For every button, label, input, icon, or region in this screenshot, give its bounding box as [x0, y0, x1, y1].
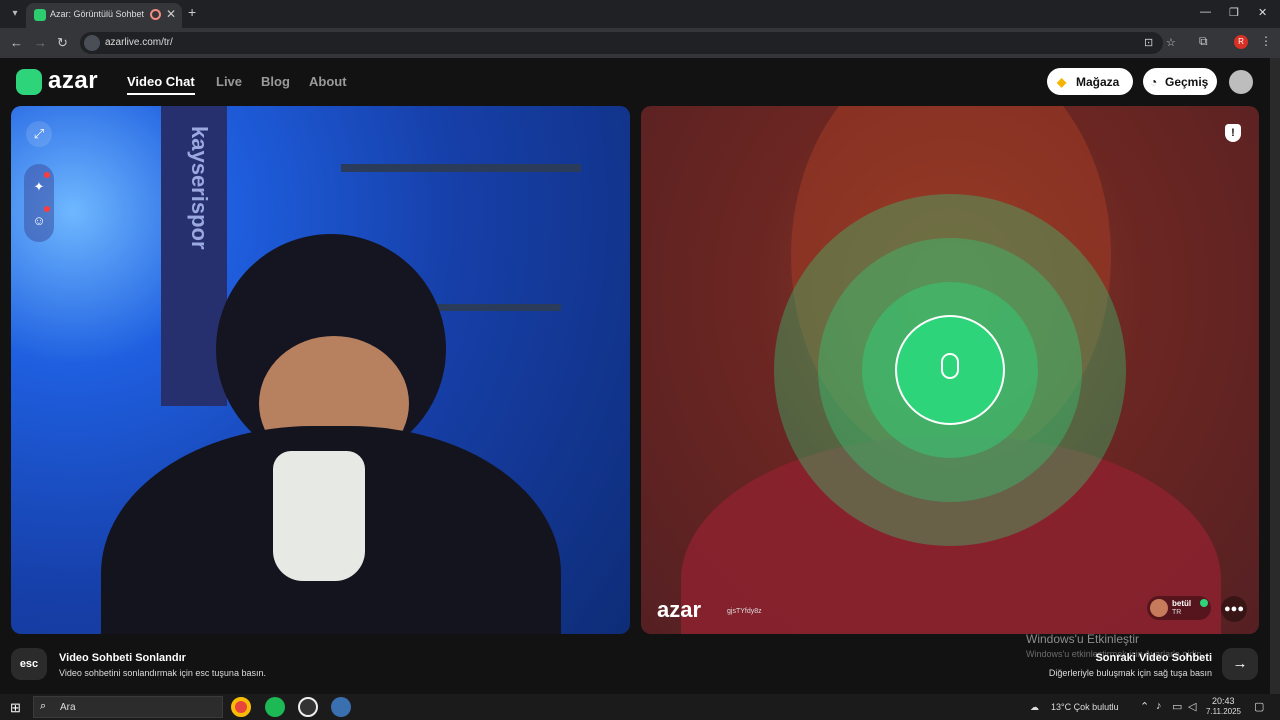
scarf-banner-text: kayserispor — [187, 126, 212, 250]
clock-time[interactable]: 20:43 — [1212, 696, 1235, 706]
next-chat-arrow-button[interactable]: → — [1222, 648, 1258, 680]
nav-live[interactable]: Live — [216, 74, 242, 89]
clock-icon: ◔ — [1150, 75, 1158, 89]
self-video: kayserispor ⤢ ✦ ☺ — [11, 106, 630, 634]
store-button[interactable]: ◆ Mağaza — [1047, 68, 1133, 95]
page-scrollbar[interactable] — [1270, 58, 1280, 694]
tab-title: Azar: Görüntülü Sohbet, Ye — [50, 9, 144, 19]
esc-key-button[interactable]: esc — [11, 648, 47, 680]
partner-name: betül — [1172, 599, 1192, 608]
windows-start-icon[interactable]: ⊞ — [10, 700, 21, 716]
next-chat-subtitle: Diğerleriyle buluşmak için sağ tuşa bası… — [1048, 668, 1212, 678]
weather-icon: ☁ — [1030, 702, 1039, 712]
partner-country: TR — [1172, 609, 1182, 616]
nav-active-underline — [127, 93, 195, 95]
chat-bubble-icon[interactable]: ●●● — [1221, 596, 1247, 622]
url-text: azarlive.com/tr/ — [105, 37, 173, 48]
end-chat-subtitle: Video sohbetini sonlandırmak için esc tu… — [59, 668, 266, 678]
url-field[interactable]: azarlive.com/tr/ ⊡ ☆ — [80, 32, 1176, 54]
watermark-logo: azar — [657, 597, 702, 622]
azar-logo[interactable]: azar — [48, 67, 98, 95]
microphone-icon — [941, 353, 959, 379]
minimize-icon[interactable]: — — [1200, 6, 1211, 18]
sparkle-filter-icon[interactable]: ✦ — [26, 174, 52, 200]
tab-search-icon[interactable]: ▾ — [6, 5, 24, 23]
coffee-mug — [273, 451, 365, 581]
history-button[interactable]: ◔ Geçmiş — [1143, 68, 1217, 95]
app-icon[interactable] — [331, 697, 351, 717]
history-label: Geçmiş — [1165, 75, 1209, 89]
close-tab-icon[interactable]: ✕ — [166, 7, 176, 21]
browser-tab[interactable]: Azar: Görüntülü Sohbet, Ye ✕ — [26, 3, 182, 28]
restore-icon[interactable]: ❐ — [1229, 6, 1239, 19]
notifications-icon[interactable]: ▢ — [1254, 700, 1264, 713]
back-icon[interactable]: ← — [10, 35, 23, 50]
install-app-icon[interactable]: ⊡ — [1144, 36, 1153, 49]
nav-video-chat[interactable]: Video Chat — [127, 74, 195, 89]
store-label: Mağaza — [1076, 75, 1120, 89]
verified-badge-icon — [1200, 599, 1208, 607]
recording-icon — [150, 9, 161, 20]
end-chat-title: Video Sohbeti Sonlandır — [59, 652, 186, 664]
microphone-button[interactable] — [895, 315, 1005, 425]
azar-app: azar Video Chat Live Blog About ◆ Mağaza… — [0, 58, 1270, 694]
taskbar-search[interactable]: ⌕ Ara — [33, 696, 223, 718]
weather-text[interactable]: 13°C Çok bulutlu — [1051, 702, 1119, 712]
site-info-icon[interactable] — [84, 35, 100, 51]
partner-video: ! azar gjsTYfdy8z betül TR ●●● — [641, 106, 1259, 634]
nav-about[interactable]: About — [309, 74, 347, 89]
browser-tab-bar: ▾ Azar: Görüntülü Sohbet, Ye ✕ + — ❐ ✕ — [0, 0, 1280, 28]
wall-shelf-lower — [431, 304, 561, 311]
report-shield-icon[interactable]: ! — [1225, 124, 1241, 142]
notification-dot — [44, 206, 50, 212]
profile-avatar[interactable]: R — [1234, 35, 1248, 49]
extensions-icon[interactable]: ⧉ — [1199, 34, 1208, 49]
reload-icon[interactable]: ↻ — [57, 35, 68, 51]
windows-activate-title: Windows'u Etkinleştir — [1026, 632, 1139, 646]
nav-blog[interactable]: Blog — [261, 74, 290, 89]
expand-icon[interactable]: ⤢ — [26, 121, 52, 147]
partner-avatar — [1150, 599, 1168, 617]
azar-logo-icon[interactable] — [16, 69, 42, 95]
obs-icon[interactable] — [298, 697, 318, 717]
clock-date[interactable]: 7.11.2025 — [1206, 707, 1241, 716]
spotify-icon[interactable] — [265, 697, 285, 717]
address-bar-row: ← → ↻ azarlive.com/tr/ ⊡ ☆ ⧉ R ⋮ — [0, 28, 1280, 58]
user-avatar[interactable] — [1229, 70, 1253, 94]
effects-toolbar: ✦ ☺ — [24, 164, 54, 242]
next-chat-title: Sonraki Video Sohbeti — [1095, 652, 1212, 664]
bookmark-star-icon[interactable]: ☆ — [1166, 36, 1176, 49]
search-placeholder: Ara — [60, 702, 76, 713]
watermark-id: gjsTYfdy8z — [727, 608, 762, 615]
notification-dot — [44, 172, 50, 178]
search-icon: ⌕ — [40, 700, 47, 712]
network-icon[interactable]: ▭ — [1172, 700, 1182, 713]
browser-menu-icon[interactable]: ⋮ — [1260, 34, 1272, 48]
favicon-icon — [34, 9, 46, 21]
gem-icon: ◆ — [1057, 75, 1067, 89]
face-mask-icon[interactable]: ☺ — [26, 208, 52, 234]
partner-profile-chip[interactable]: betül TR — [1147, 596, 1211, 620]
chrome-icon[interactable] — [231, 697, 251, 717]
tray-chevron-icon[interactable]: ⌃ — [1140, 700, 1149, 713]
wall-shelf — [341, 164, 581, 172]
close-window-icon[interactable]: ✕ — [1258, 6, 1267, 19]
forward-icon[interactable]: → — [34, 35, 47, 50]
windows-taskbar: ⊞ ⌕ Ara ☁ 13°C Çok bulutlu ⌃ ♪ ▭ ◁ 20:43… — [0, 694, 1280, 720]
new-tab-button[interactable]: + — [188, 4, 196, 20]
microphone-tray-icon[interactable]: ♪ — [1156, 700, 1162, 712]
volume-icon[interactable]: ◁ — [1188, 700, 1196, 713]
